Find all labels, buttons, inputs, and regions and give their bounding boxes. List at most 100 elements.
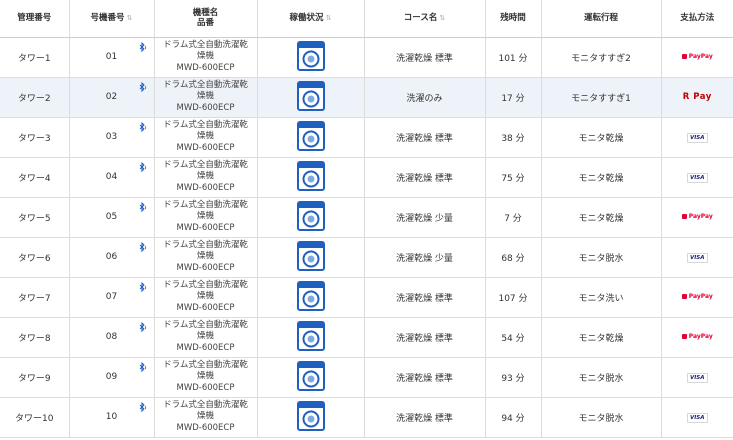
table-header-row: 管理番号 号機番号 ⇅ 機種名 品番 稼働状況 ⇅ コース名 ⇅ 残時間 運転行程 支払… xyxy=(0,0,733,38)
header-mgmt-number[interactable]: 管理番号 xyxy=(0,0,70,38)
course-cell: 洗濯乾燥 少量 xyxy=(364,237,486,278)
status-cell[interactable] xyxy=(257,357,365,398)
model-name-cell: ドラム式全自動洗濯乾 燥機 MWD-600ECP xyxy=(154,357,258,398)
paypay-logo: PayPay xyxy=(681,213,713,220)
remaining-time-cell: 17 分 xyxy=(485,77,542,118)
washing-machine-icon xyxy=(296,320,325,351)
payment-cell: VISA xyxy=(661,157,733,198)
course-cell: 洗濯乾燥 標準 xyxy=(364,117,486,158)
process-cell: モニタ乾燥 xyxy=(541,197,662,238)
status-cell[interactable] xyxy=(257,37,365,78)
header-payment[interactable]: 支払方法 xyxy=(661,0,733,38)
washing-machine-icon xyxy=(296,200,325,231)
bluetooth-icon xyxy=(139,41,146,52)
course-cell: 洗濯乾燥 標準 xyxy=(364,397,486,438)
washing-machine-icon xyxy=(296,40,325,71)
unit-number-cell: 06 xyxy=(69,237,155,278)
bluetooth-icon xyxy=(139,81,146,92)
unit-number-cell: 09 xyxy=(69,357,155,398)
mgmt-number-cell: タワー8 xyxy=(0,317,70,358)
table-row[interactable]: タワー7 07 ドラム式全自動洗濯乾 燥機 MWD-600ECP 洗濯乾燥 標準 107 分… xyxy=(0,277,733,318)
bluetooth-icon xyxy=(139,201,146,212)
table-row[interactable]: タワー8 08 ドラム式全自動洗濯乾 燥機 MWD-600ECP 洗濯乾燥 標準 54 分モ… xyxy=(0,317,733,358)
payment-cell: PayPay xyxy=(661,197,733,238)
table-row[interactable]: タワー2 02 ドラム式全自動洗濯乾 燥機 MWD-600ECP 洗濯のみ 17 分モニタす… xyxy=(0,77,733,118)
visa-logo: VISA xyxy=(686,132,708,143)
mgmt-number-cell: タワー10 xyxy=(0,397,70,438)
header-process[interactable]: 運転行程 xyxy=(541,0,662,38)
status-cell[interactable] xyxy=(257,277,365,318)
remaining-time-cell: 101 分 xyxy=(485,37,542,78)
sort-icon[interactable]: ⇅ xyxy=(127,14,133,22)
washing-machine-icon xyxy=(296,160,325,191)
mgmt-number-cell: タワー5 xyxy=(0,197,70,238)
process-cell: モニタ洗い xyxy=(541,277,662,318)
table-row[interactable]: タワー6 06 ドラム式全自動洗濯乾 燥機 MWD-600ECP 洗濯乾燥 少量 68 分モ… xyxy=(0,237,733,278)
remaining-time-cell: 54 分 xyxy=(485,317,542,358)
unit-number-cell: 10 xyxy=(69,397,155,438)
bluetooth-icon xyxy=(139,281,146,292)
process-cell: モニタ乾燥 xyxy=(541,157,662,198)
table-row[interactable]: タワー3 03 ドラム式全自動洗濯乾 燥機 MWD-600ECP 洗濯乾燥 標準 38 分モ… xyxy=(0,117,733,158)
status-cell[interactable] xyxy=(257,397,365,438)
remaining-time-cell: 75 分 xyxy=(485,157,542,198)
payment-cell: VISA xyxy=(661,397,733,438)
process-cell: モニタ脱水 xyxy=(541,397,662,438)
model-name-cell: ドラム式全自動洗濯乾 燥機 MWD-600ECP xyxy=(154,157,258,198)
model-name-cell: ドラム式全自動洗濯乾 燥機 MWD-600ECP xyxy=(154,397,258,438)
course-cell: 洗濯乾燥 少量 xyxy=(364,197,486,238)
status-cell[interactable] xyxy=(257,317,365,358)
bluetooth-icon xyxy=(139,321,146,332)
table-row[interactable]: タワー9 09 ドラム式全自動洗濯乾 燥機 MWD-600ECP 洗濯乾燥 標準 93 分モ… xyxy=(0,357,733,398)
header-model[interactable]: 機種名 品番 xyxy=(154,0,258,38)
payment-cell: PayPay xyxy=(661,277,733,318)
unit-number-cell: 08 xyxy=(69,317,155,358)
model-name-cell: ドラム式全自動洗濯乾 燥機 MWD-600ECP xyxy=(154,77,258,118)
mgmt-number-cell: タワー4 xyxy=(0,157,70,198)
table-row[interactable]: タワー4 04 ドラム式全自動洗濯乾 燥機 MWD-600ECP 洗濯乾燥 標準 75 分モ… xyxy=(0,157,733,198)
bluetooth-icon xyxy=(139,401,146,412)
process-cell: モニタ乾燥 xyxy=(541,117,662,158)
mgmt-number-cell: タワー6 xyxy=(0,237,70,278)
model-name-cell: ドラム式全自動洗濯乾 燥機 MWD-600ECP xyxy=(154,197,258,238)
model-name-cell: ドラム式全自動洗濯乾 燥機 MWD-600ECP xyxy=(154,317,258,358)
course-cell: 洗濯乾燥 標準 xyxy=(364,277,486,318)
payment-cell: R Pay xyxy=(661,77,733,118)
header-remaining[interactable]: 残時間 xyxy=(485,0,542,38)
remaining-time-cell: 94 分 xyxy=(485,397,542,438)
sort-icon[interactable]: ⇅ xyxy=(439,14,445,22)
status-cell[interactable] xyxy=(257,117,365,158)
status-cell[interactable] xyxy=(257,237,365,278)
status-cell[interactable] xyxy=(257,197,365,238)
header-course[interactable]: コース名 ⇅ xyxy=(364,0,486,38)
washing-machine-icon xyxy=(296,280,325,311)
table-row[interactable]: タワー10 10 ドラム式全自動洗濯乾 燥機 MWD-600ECP 洗濯乾燥 標準 94 分… xyxy=(0,397,733,438)
status-cell[interactable] xyxy=(257,77,365,118)
header-unit-number[interactable]: 号機番号 ⇅ xyxy=(69,0,155,38)
mgmt-number-cell: タワー1 xyxy=(0,37,70,78)
washing-machine-icon xyxy=(296,360,325,391)
course-cell: 洗濯のみ xyxy=(364,77,486,118)
bluetooth-icon xyxy=(139,241,146,252)
remaining-time-cell: 38 分 xyxy=(485,117,542,158)
visa-logo: VISA xyxy=(686,372,708,383)
bluetooth-icon xyxy=(139,361,146,372)
remaining-time-cell: 68 分 xyxy=(485,237,542,278)
table-row[interactable]: タワー5 05 ドラム式全自動洗濯乾 燥機 MWD-600ECP 洗濯乾燥 少量 7 分モニ… xyxy=(0,197,733,238)
course-cell: 洗濯乾燥 標準 xyxy=(364,37,486,78)
process-cell: モニタ脱水 xyxy=(541,357,662,398)
unit-number-cell: 07 xyxy=(69,277,155,318)
status-cell[interactable] xyxy=(257,157,365,198)
table-row[interactable]: タワー1 01 ドラム式全自動洗濯乾 燥機 MWD-600ECP 洗濯乾燥 標準 101 分… xyxy=(0,37,733,78)
visa-logo: VISA xyxy=(686,172,708,183)
remaining-time-cell: 107 分 xyxy=(485,277,542,318)
header-status[interactable]: 稼働状況 ⇅ xyxy=(257,0,365,38)
mgmt-number-cell: タワー9 xyxy=(0,357,70,398)
bluetooth-icon xyxy=(139,121,146,132)
model-name-cell: ドラム式全自動洗濯乾 燥機 MWD-600ECP xyxy=(154,237,258,278)
model-name-cell: ドラム式全自動洗濯乾 燥機 MWD-600ECP xyxy=(154,277,258,318)
washing-machine-icon xyxy=(296,120,325,151)
sort-icon[interactable]: ⇅ xyxy=(326,14,332,22)
washing-machine-icon xyxy=(296,80,325,111)
process-cell: モニタ乾燥 xyxy=(541,317,662,358)
